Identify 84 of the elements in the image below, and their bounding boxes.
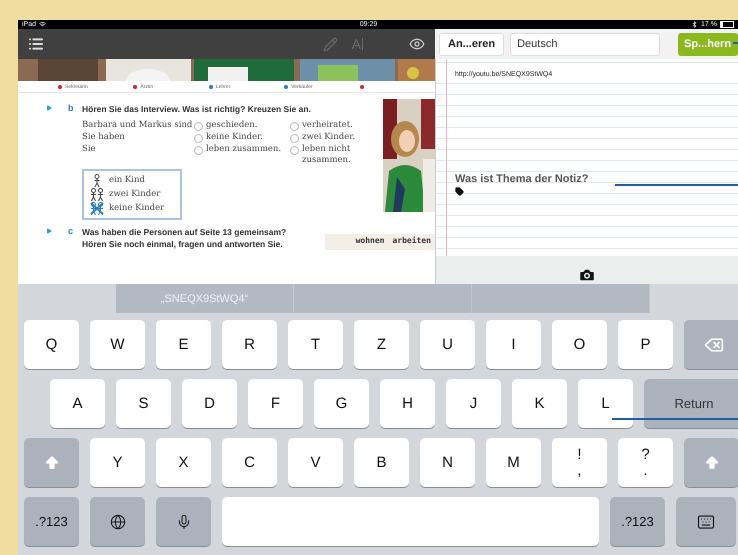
radio-button[interactable] [194, 146, 203, 155]
key[interactable]: ! , [552, 438, 607, 487]
key[interactable]: N [420, 438, 475, 487]
tag-icon[interactable] [455, 187, 464, 196]
eye-icon[interactable] [409, 36, 425, 52]
key[interactable]: H [380, 379, 435, 428]
key[interactable]: Y [90, 438, 145, 487]
globe-key[interactable] [90, 497, 145, 546]
suggestion-cell[interactable] [294, 284, 472, 313]
exercise-instruction: Was haben die Personen auf Seite 13 gemeinsam? Hören Sie noch einmal, fragen und antworten Sie. [82, 226, 288, 250]
radio-button[interactable] [290, 146, 299, 155]
globe-icon [110, 514, 126, 530]
key[interactable]: X [156, 438, 211, 487]
key[interactable]: C [222, 438, 277, 487]
key[interactable]: S [116, 379, 171, 428]
crossed-children-icon [90, 202, 104, 215]
legend-label: ein Kind [109, 175, 145, 186]
audio-track-icon [46, 105, 52, 111]
radio-button[interactable] [290, 134, 299, 143]
legend-label: zwei Kinder [109, 189, 160, 200]
exercise-instruction: Hören Sie das Interview. Was ist richtig? Kreuzen Sie an. [82, 103, 312, 115]
shift-icon [704, 454, 720, 470]
key[interactable]: O [552, 320, 607, 369]
shift-key[interactable] [24, 438, 79, 487]
key[interactable]: E [156, 320, 211, 369]
hide-keyboard-key[interactable] [676, 497, 736, 546]
radio-button[interactable] [194, 134, 203, 143]
option-label: leben zusammen. [206, 144, 282, 155]
delete-key[interactable] [684, 320, 738, 369]
bluetooth-icon [691, 21, 698, 28]
key[interactable]: D [182, 379, 237, 428]
suggestion-cell[interactable] [472, 284, 650, 313]
key[interactable]: M [486, 438, 541, 487]
exercise-letter: c [68, 226, 74, 238]
key[interactable]: Q [24, 320, 79, 369]
two-children-icon [90, 188, 104, 201]
battery-icon [720, 21, 734, 28]
shift-icon [44, 454, 60, 470]
keyboard-icon [697, 512, 715, 530]
space-bar[interactable] [222, 497, 599, 546]
key[interactable]: U [420, 320, 475, 369]
shift-key[interactable] [684, 438, 738, 487]
radio-button[interactable] [194, 122, 203, 131]
key[interactable]: R [222, 320, 277, 369]
option-label: keine Kinder. [206, 132, 263, 143]
menu-icon[interactable] [28, 36, 44, 52]
wifi-icon [39, 21, 46, 28]
key[interactable]: A [50, 379, 105, 428]
statement-text: Sie haben [82, 132, 126, 143]
key[interactable]: B [354, 438, 409, 487]
key[interactable]: P [618, 320, 673, 369]
leader-line [733, 42, 738, 44]
key[interactable]: L [578, 379, 633, 428]
key[interactable]: V [288, 438, 343, 487]
key[interactable]: F [248, 379, 303, 428]
language-field[interactable]: Deutsch [510, 32, 660, 56]
key[interactable]: J [446, 379, 501, 428]
table-heading: arbeiten [392, 236, 431, 247]
key[interactable]: ? . [618, 438, 673, 487]
option-label: geschieden. [206, 120, 258, 131]
return-key[interactable]: Return [644, 379, 738, 428]
statement-text: Sie [82, 144, 97, 156]
key[interactable]: I [486, 320, 541, 369]
exercise-letter: b [68, 103, 74, 115]
key[interactable]: W [90, 320, 145, 369]
dictation-key[interactable] [156, 497, 211, 546]
numbers-key[interactable]: .?123 [24, 497, 79, 546]
pencil-icon[interactable] [322, 36, 338, 52]
cancel-button[interactable]: An...eren [439, 32, 504, 56]
audio-track-icon [46, 228, 52, 234]
option-label: zwei Kinder. [302, 132, 356, 143]
radio-button[interactable] [290, 122, 299, 131]
key[interactable]: K [512, 379, 567, 428]
statement-text: Barbara und Markus sind [82, 120, 194, 131]
option-label: leben nicht zusammen. [302, 144, 352, 166]
numbers-key[interactable]: .?123 [610, 497, 665, 546]
note-title-prompt: Was ist Thema der Notiz? [455, 173, 590, 185]
key[interactable]: Z [354, 320, 409, 369]
legend-label: keine Kinder [109, 203, 164, 214]
key[interactable]: T [288, 320, 343, 369]
key[interactable]: G [314, 379, 369, 428]
option-label: verheiratet. [302, 120, 353, 131]
table-heading: wohnen [356, 236, 384, 247]
suggestion-text: „SNEQX9StWQ4“ [160, 292, 248, 304]
